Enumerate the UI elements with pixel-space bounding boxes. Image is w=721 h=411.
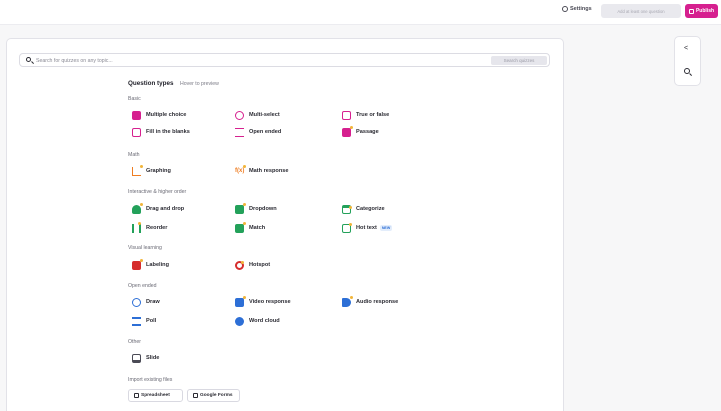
add-question-label: Add at least one question [617, 8, 665, 14]
section-basic: Basic [128, 96, 141, 102]
spreadsheet-label: Spreadsheet [141, 393, 170, 398]
google-forms-label: Google Forms [200, 393, 233, 398]
search-input[interactable]: Search for quizzes on any topic... [36, 58, 113, 64]
qtype-word-cloud[interactable]: Word cloud [235, 316, 280, 326]
qtype-true-or-false[interactable]: True or false [342, 110, 389, 120]
double-check-icon [235, 110, 244, 120]
qtype-slide[interactable]: Slide [132, 353, 159, 363]
speaker-icon [342, 295, 353, 307]
qtype-categorize[interactable]: Categorize [342, 204, 385, 214]
qtype-math-response[interactable]: f(x) Math response [235, 164, 288, 176]
section-open-ended: Open ended [128, 283, 157, 289]
qtype-passage[interactable]: Passage [342, 125, 379, 137]
import-google-forms-button[interactable]: Google Forms [187, 389, 240, 402]
qtype-video-response[interactable]: Video response [235, 295, 291, 307]
section-visual-learning: Visual learning [128, 245, 162, 251]
qtype-reorder[interactable]: Reorder [132, 221, 167, 233]
spreadsheet-icon [134, 393, 139, 398]
cloud-icon [235, 316, 244, 326]
top-bar: Settings Add at least one question Publi… [0, 0, 721, 25]
fx-icon: f(x) [235, 164, 246, 176]
hand-icon [132, 202, 143, 214]
section-math: Math [128, 152, 140, 158]
true-false-icon [342, 110, 351, 120]
publish-button[interactable]: Publish [685, 4, 718, 18]
share-icon[interactable]: < [684, 45, 688, 52]
qtype-graphing[interactable]: Graphing [132, 164, 171, 176]
qtype-match[interactable]: Match [235, 221, 265, 233]
qtype-hotspot[interactable]: Hotspot [235, 260, 270, 270]
lines-icon [235, 127, 244, 137]
qtype-labeling[interactable]: Labeling [132, 258, 169, 270]
checkbox-icon [132, 110, 141, 120]
search-icon[interactable] [684, 68, 690, 74]
columns-icon [342, 204, 352, 214]
hot-text-icon [342, 222, 352, 233]
search-bar[interactable]: Search for quizzes on any topic... Searc… [19, 53, 550, 67]
pencil-icon [132, 297, 141, 307]
match-icon [235, 221, 246, 233]
search-icon [26, 57, 31, 62]
qtype-open-ended[interactable]: Open ended [235, 127, 281, 137]
publish-icon [688, 8, 694, 14]
monitor-icon [132, 353, 141, 363]
settings-label: Settings [570, 6, 592, 12]
qtype-hot-text[interactable]: Hot text NEW [342, 222, 393, 233]
add-question-button[interactable]: Add at least one question [601, 4, 681, 18]
qtype-poll[interactable]: Poll [132, 316, 156, 326]
qtype-multiple-choice[interactable]: Multiple choice [132, 110, 186, 120]
qtype-dropdown[interactable]: Dropdown [235, 202, 277, 214]
gear-icon [562, 6, 568, 12]
qtype-draw[interactable]: Draw [132, 297, 160, 307]
section-import: Import existing files [128, 377, 173, 383]
hover-preview-hint: Hover to preview [180, 81, 219, 87]
google-forms-icon [193, 393, 198, 398]
label-icon [132, 258, 143, 270]
new-badge: NEW [379, 225, 393, 231]
target-icon [235, 260, 244, 270]
side-tool-panel: < [674, 36, 701, 86]
question-types-title: Question types [128, 80, 174, 87]
document-icon [342, 125, 353, 137]
qtype-drag-and-drop[interactable]: Drag and drop [132, 202, 184, 214]
publish-label: Publish [695, 8, 715, 14]
reorder-icon [132, 221, 141, 233]
question-type-panel: Search for quizzes on any topic... Searc… [6, 38, 564, 411]
import-spreadsheet-button[interactable]: Spreadsheet [128, 389, 183, 402]
settings-button[interactable]: Settings [562, 6, 592, 12]
fill-blank-icon [132, 127, 141, 137]
poll-icon [132, 316, 141, 326]
qtype-multi-select[interactable]: Multi-select [235, 110, 280, 120]
graph-icon [132, 164, 143, 176]
dropdown-icon [235, 202, 246, 214]
qtype-fill-in-the-blanks[interactable]: Fill in the blanks [132, 127, 190, 137]
section-other: Other [128, 339, 141, 345]
video-icon [235, 295, 246, 307]
qtype-audio-response[interactable]: Audio response [342, 295, 398, 307]
search-quizzes-button[interactable]: Search quizzes [491, 55, 547, 65]
section-interactive: Interactive & higher order [128, 189, 187, 195]
